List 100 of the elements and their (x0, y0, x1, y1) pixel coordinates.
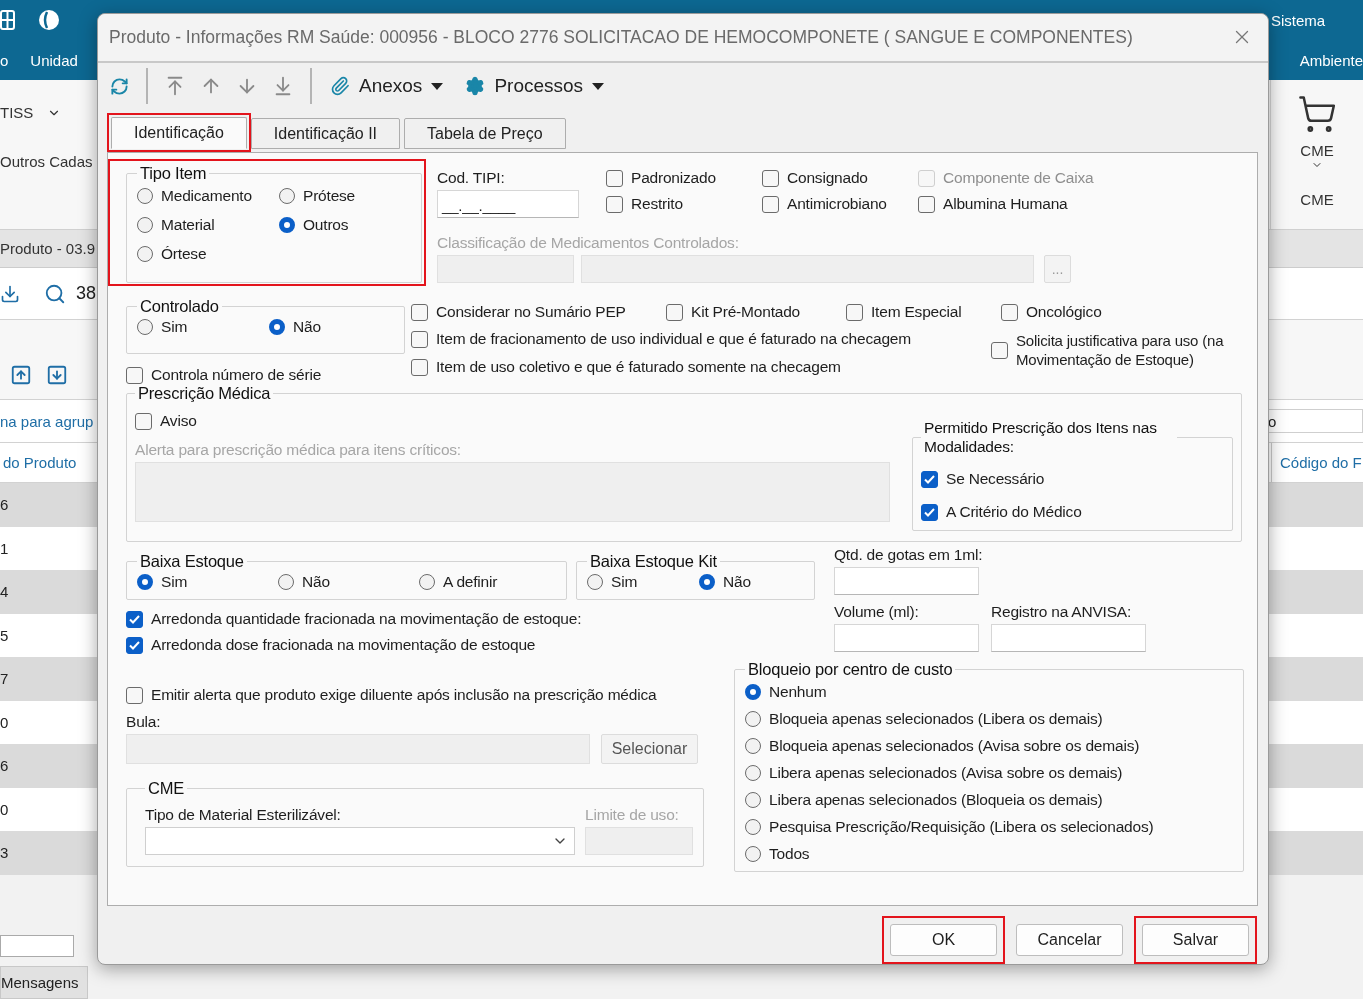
radio-button[interactable] (745, 846, 761, 863)
option-label: Órtese (161, 245, 207, 264)
checkbox[interactable] (126, 610, 143, 628)
dialog-button[interactable]: OK (890, 924, 997, 956)
upload-icon (10, 363, 32, 386)
radio-button[interactable] (745, 684, 761, 701)
option-label: Sim (161, 318, 188, 337)
group-title: Permitido Prescrição dos Itens nas Modalidades: (923, 419, 1158, 457)
bottom-tab[interactable]: Mensagens (0, 966, 88, 999)
tab[interactable]: Identificação II (250, 118, 400, 150)
radio-button[interactable] (587, 574, 603, 591)
radio-button[interactable] (269, 319, 285, 336)
checkbox[interactable] (606, 169, 623, 187)
radio-button[interactable] (137, 217, 153, 234)
dialog-title: Produto - Informações RM Saúde: 000956 - BLOCO 2776 SOLICITACAO DE HEMOCOMPONETE ( SANGUE E COMPONENTES) (109, 26, 1134, 48)
tab[interactable]: Identificação (111, 117, 247, 150)
radio-button[interactable] (279, 217, 295, 234)
option-label: Item de uso coletivo e que é faturado somente na checagem (436, 358, 841, 377)
option-label: Antimicrobiano (787, 195, 887, 214)
menu-button[interactable]: Anexos (322, 69, 452, 104)
option-label: Sim (161, 573, 188, 592)
option-label: Solicita justificativa para uso (na Movimentação de Estoque) (1016, 332, 1225, 370)
option-label: Pesquisa Prescrição/Requisição (Libera os selecionados) (769, 818, 1154, 837)
checkbox[interactable] (991, 342, 1008, 360)
option-label: Item Especial (871, 303, 962, 322)
radio-button[interactable] (745, 765, 761, 782)
ribbon-item[interactable]: TISS (0, 104, 34, 121)
checkbox[interactable] (918, 195, 935, 213)
radio-button[interactable] (137, 319, 153, 336)
dialog-button[interactable]: Salvar (1142, 924, 1249, 956)
input-field[interactable] (0, 935, 74, 957)
option-label: A Critério do Médico (946, 503, 1082, 522)
radio-button[interactable] (699, 574, 715, 591)
caret-icon (431, 82, 444, 90)
check-icon (924, 507, 935, 517)
option-label: Item de fracionamento de uso individual e que é faturado na checagem (436, 330, 911, 349)
group-title: Controlado (139, 297, 220, 317)
input-field[interactable] (834, 567, 979, 596)
option-label: Aviso (160, 412, 197, 431)
checkbox[interactable] (921, 470, 938, 488)
menu-item[interactable]: Unidad (30, 51, 78, 69)
radio-button[interactable] (137, 188, 153, 205)
radio-button[interactable] (745, 819, 761, 836)
option-label: Arredonda dose fracionada na movimentação de estoque (151, 636, 536, 655)
checkbox[interactable] (666, 303, 683, 321)
input-field[interactable] (991, 624, 1146, 653)
radio-button[interactable] (278, 574, 294, 591)
radio-button[interactable] (745, 792, 761, 809)
radio-button[interactable] (419, 574, 435, 591)
radio-button[interactable] (745, 711, 761, 728)
group-title: Tipo Item (139, 164, 208, 184)
option-label: Se Necessário (946, 470, 1045, 489)
checkbox[interactable] (126, 686, 143, 704)
checkbox[interactable] (135, 412, 152, 430)
menu-item[interactable]: Sistema (1271, 11, 1326, 29)
grid-icon (0, 10, 16, 30)
text-field[interactable]: o (1267, 409, 1363, 433)
radio-button[interactable] (279, 188, 295, 205)
table-cell: 0 (0, 713, 9, 731)
column-header[interactable]: do Produto (0, 454, 77, 471)
group-title: Prescrição Médica (137, 384, 272, 404)
input-field[interactable]: __.__.____ (437, 190, 579, 219)
checkbox[interactable] (762, 195, 779, 213)
field-label: Limite de uso: (585, 806, 680, 825)
field-label: Qtd. de gotas em 1ml: (834, 546, 984, 565)
option-label: Restrito (631, 195, 683, 214)
option-label: Todos (769, 845, 810, 864)
gear-icon (465, 76, 486, 97)
document-tab[interactable]: Produto - 03.9 (0, 240, 96, 257)
checkbox[interactable] (1001, 303, 1018, 321)
checkbox[interactable] (921, 503, 938, 521)
checkbox[interactable] (411, 358, 428, 376)
checkbox[interactable] (126, 366, 143, 384)
dropdown-field[interactable] (145, 827, 575, 856)
radio-button[interactable] (745, 738, 761, 755)
ribbon-button[interactable]: CME (1300, 142, 1334, 159)
checkbox[interactable] (606, 195, 623, 213)
input-field[interactable] (834, 624, 979, 653)
menu-item[interactable]: o (0, 51, 9, 69)
option-label: Oncológico (1026, 303, 1102, 322)
checkbox[interactable] (762, 169, 779, 187)
tab[interactable]: Tabela de Preço (404, 118, 566, 150)
option-label: Material (161, 216, 215, 235)
ribbon-item[interactable]: Outros Cadas (0, 153, 93, 170)
radio-button[interactable] (137, 574, 153, 591)
menu-item[interactable]: Ambiente (1299, 51, 1363, 69)
menu-button[interactable]: Processos (457, 69, 613, 104)
dialog-button[interactable]: Cancelar (1016, 924, 1123, 956)
checkbox[interactable] (846, 303, 863, 321)
checkbox[interactable] (126, 636, 143, 654)
checkbox[interactable] (411, 303, 428, 321)
select-button[interactable]: Selecionar (601, 734, 698, 765)
option-label: Controla número de série (151, 366, 322, 385)
radio-button[interactable] (137, 246, 153, 263)
field-label: Cod. TIPI: (437, 169, 506, 188)
group-title: CME (147, 779, 186, 799)
checkbox[interactable] (411, 330, 428, 348)
option-label: Nenhum (769, 683, 827, 702)
column-header[interactable]: Código do F (1271, 443, 1363, 482)
table-cell: 6 (0, 496, 9, 514)
